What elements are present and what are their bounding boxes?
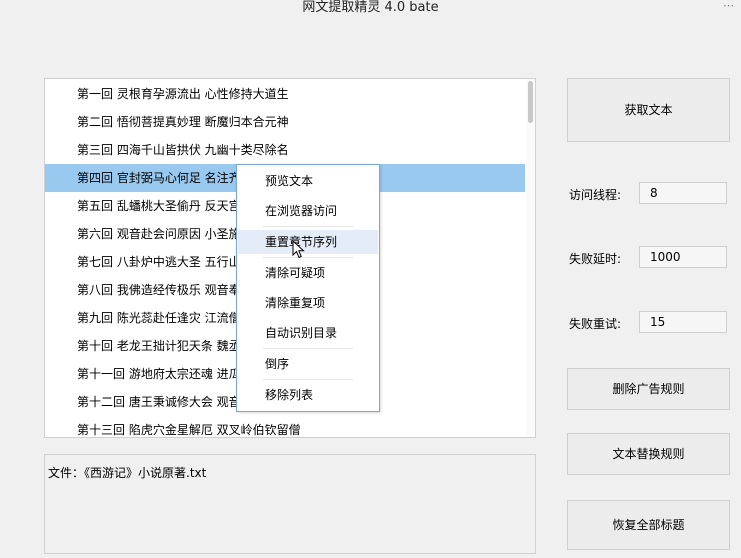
get-text-button[interactable]: 获取文本: [567, 78, 730, 142]
chapter-row[interactable]: 第十三回 陷虎穴金星解厄 双叉岭伯钦留僧: [45, 416, 525, 437]
fail-retry-input[interactable]: 15: [639, 311, 727, 333]
chapter-row[interactable]: 第一回 灵根育孕源流出 心性修持大道生: [45, 80, 525, 108]
list-scrollbar-thumb[interactable]: [528, 81, 533, 123]
window-title: 网文提取精灵 4.0 bate: [302, 0, 439, 15]
file-info-panel: 文件：《西游记》小说原著.txt: [44, 454, 536, 554]
fail-retry-label: 失败重试:: [569, 317, 622, 331]
menu-item-clear-duplicates[interactable]: 清除重复项: [238, 291, 378, 315]
list-scrollbar[interactable]: [526, 79, 535, 437]
chapter-row[interactable]: 第三回 四海千山皆拱伏 九幽十类尽除名: [45, 136, 525, 164]
restore-all-titles-button[interactable]: 恢复全部标题: [567, 500, 730, 550]
menu-item-auto-detect-toc[interactable]: 自动识别目录: [238, 321, 378, 345]
chapter-row[interactable]: 第二回 悟彻菩提真妙理 断魔归本合元神: [45, 108, 525, 136]
menu-item-preview-text[interactable]: 预览文本: [238, 169, 378, 193]
fail-delay-label: 失败延时:: [569, 252, 622, 266]
more-options-icon[interactable]: ⋯: [723, 0, 734, 12]
context-menu: 预览文本 在浏览器访问 重置章节序列 清除可疑项 清除重复项 自动识别目录 倒序…: [236, 164, 380, 412]
menu-item-open-in-browser[interactable]: 在浏览器访问: [238, 199, 378, 223]
file-name-text: 文件：《西游记》小说原著.txt: [48, 466, 207, 480]
title-bar: 网文提取精灵 4.0 bate ⋯: [0, 0, 741, 18]
menu-item-clear-suspicious[interactable]: 清除可疑项: [238, 261, 378, 285]
threads-label: 访问线程:: [569, 188, 622, 202]
mouse-cursor-icon: [292, 240, 305, 259]
fail-delay-input[interactable]: 1000: [639, 246, 727, 268]
delete-ad-rules-button[interactable]: 删除广告规则: [567, 368, 730, 410]
menu-separator: [263, 226, 353, 227]
menu-separator: [263, 379, 353, 380]
menu-item-remove-list[interactable]: 移除列表: [238, 383, 378, 407]
menu-item-reset-chapter-order[interactable]: 重置章节序列: [238, 230, 378, 254]
threads-input[interactable]: 8: [639, 182, 727, 204]
menu-separator: [263, 257, 353, 258]
menu-separator: [263, 348, 353, 349]
text-replace-rules-button[interactable]: 文本替换规则: [567, 433, 730, 475]
menu-item-reverse-order[interactable]: 倒序: [238, 352, 378, 376]
